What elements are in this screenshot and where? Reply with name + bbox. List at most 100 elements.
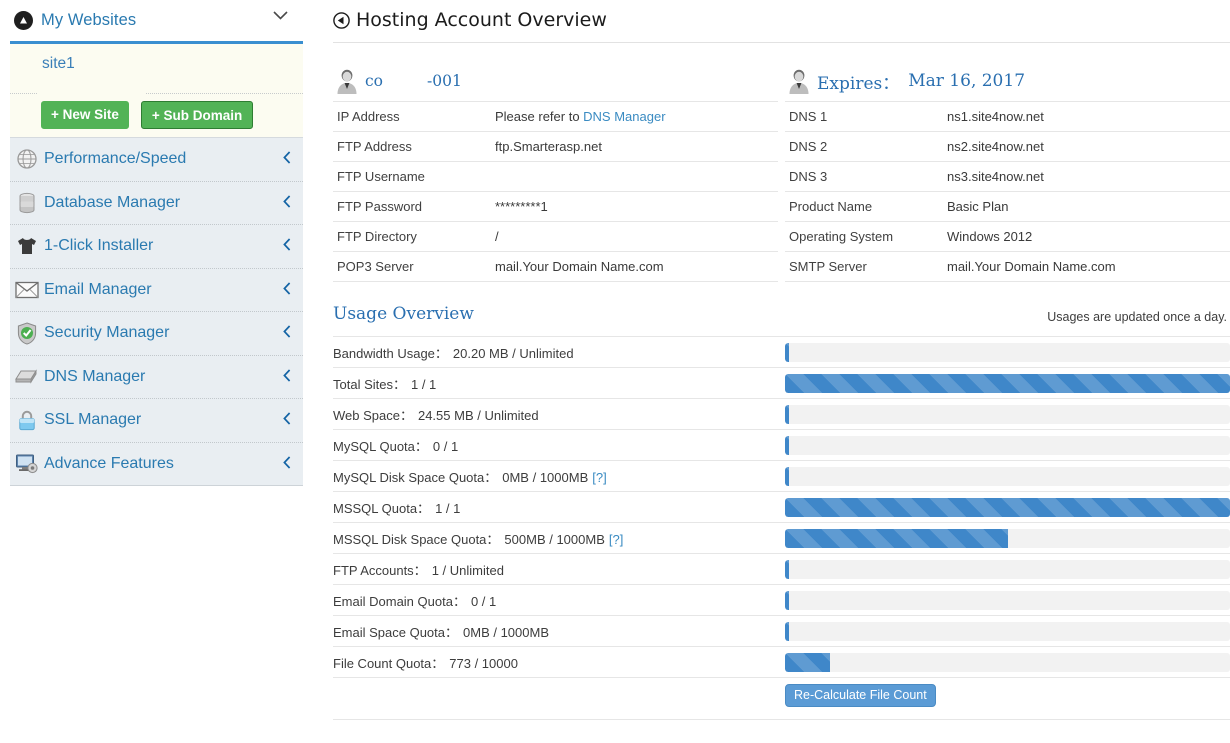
table-row: FTP Password *********1 [333,191,778,222]
sidebar-item-label: Email Manager [44,280,152,298]
database-icon [14,191,39,215]
chevron-left-icon[interactable] [283,368,291,382]
site-name[interactable]: site1 [42,55,75,72]
sidebar-item-advance-features[interactable]: Advance Features [0,443,313,486]
table-row: FTP Directory / [333,221,778,252]
triangle-circle-logo-icon [14,11,33,30]
usage-row: Email Domain Quota： 0 / 1 [333,584,1230,616]
recalculate-file-count-button[interactable]: Re-Calculate File Count [785,684,936,707]
usage-bar-cell [785,399,1230,430]
envelope-icon [14,278,39,302]
progress-track [785,435,1230,455]
usage-overview-title: Usage Overview [333,304,474,324]
detail-value: ns2.site4now.net [947,139,1044,154]
usage-value: 773 / 10000 [449,655,518,671]
table-row: FTP Username [333,161,778,192]
usage-value: 1 / 1 [410,376,437,392]
help-link-icon[interactable]: [?] [609,532,623,547]
usage-label-cell: MySQL Quota： 0 / 1 [333,430,785,461]
sidebar-item-ssl-manager[interactable]: SSL Manager [0,399,313,443]
sidebar-item-label: Performance/Speed [44,150,187,168]
usage-label: Email Domain Quota： [333,593,466,609]
usage-label: MySQL Disk Space Quota： [333,469,498,485]
progress-fill [785,342,790,362]
site-action-buttons: + New Site + Sub Domain [0,94,313,138]
detail-value [491,162,778,192]
detail-key: IP Address [337,109,400,124]
sidebar-right-edge [303,41,313,501]
detail-key: POP3 Server [337,259,414,274]
usage-value: 0MB / 1000MB [463,624,550,640]
redacted-strip [38,83,145,95]
usage-row: FTP Accounts： 1 / Unlimited [333,553,1230,585]
main-content: Hosting Account Overview co -001 IP Addre… [313,0,1230,743]
sidebar-item-label: Advance Features [44,454,174,472]
usage-bar-cell [785,616,1230,647]
usage-label-cell: MySQL Disk Space Quota： 0MB / 1000MB [?] [333,461,785,492]
detail-key: Operating System [789,229,894,244]
my-websites-header[interactable]: My Websites [0,0,313,41]
progress-track [785,497,1230,517]
new-site-button[interactable]: + New Site [41,101,129,129]
chevron-down-icon[interactable] [273,11,288,20]
table-row: DNS 1 ns1.site4now.net [785,101,1230,132]
detail-value: Please refer to DNS Manager [491,102,778,132]
detail-value: ns1.site4now.net [947,109,1044,124]
detail-key: DNS 1 [789,109,828,124]
usage-label-cell: Total Sites： 1 / 1 [333,368,785,399]
chevron-left-icon[interactable] [283,325,291,338]
sidebar-item-1-click-installer[interactable]: 1-Click Installer [0,225,313,269]
detail-value: Basic Plan [947,199,1009,214]
usage-row: Web Space： 24.55 MB / Unlimited [333,398,1230,430]
usage-row: Email Space Quota： 0MB / 1000MB [333,615,1230,647]
sidebar-item-performance-speed[interactable]: Performance/Speed [0,138,313,182]
dns-manager-link[interactable]: DNS Manager [583,109,665,124]
progress-track [785,528,1230,548]
usage-bar-cell [785,647,1230,678]
detail-key: FTP Password [337,199,423,214]
chevron-left-icon[interactable] [283,412,291,425]
usage-bar-cell [785,461,1230,492]
usage-label-cell: MSSQL Quota： 1 / 1 [333,492,785,523]
usage-label: Bandwidth Usage： [333,345,448,361]
usage-label: Total Sites： [333,376,406,392]
lock-icon [14,408,39,432]
detail-key: DNS 2 [789,139,828,154]
sidebar-item-dns-manager[interactable]: DNS Manager [0,356,313,399]
globe-icon [14,147,39,171]
progress-fill [785,466,790,486]
my-websites-title: My Websites [41,11,137,29]
progress-fill [785,652,830,672]
chevron-left-icon[interactable] [283,455,291,469]
circle-left-arrow-icon[interactable] [333,11,350,29]
current-site-block[interactable]: site1 [0,41,313,95]
detail-value: ftp.Smarterasp.net [495,139,602,154]
detail-key: Product Name [789,199,873,214]
detail-value: *********1 [495,199,548,214]
chevron-left-icon[interactable] [283,238,291,251]
sidebar-nav: Performance/Speed Database Manager 1-Click… [0,138,313,486]
chevron-left-icon[interactable] [283,281,291,295]
title-divider [333,42,1230,43]
table-row: IP Address Please refer to DNS Manager [333,101,778,132]
sidebar-item-label: Security Manager [44,324,170,342]
table-row: Product Name Basic Plan [785,191,1230,222]
table-row: DNS 3 ns3.site4now.net [785,161,1230,192]
usage-value: 20.20 MB / Unlimited [452,345,574,361]
account-name-header: co -001 [333,61,778,101]
help-link-icon[interactable]: [?] [592,470,606,485]
progress-fill [785,528,1008,548]
usage-label: Email Space Quota： [333,624,459,640]
usage-note: Usages are updated once a day. [1047,310,1227,324]
usage-bar-cell [785,554,1230,585]
detail-key: DNS 3 [789,169,828,184]
sidebar-item-email-manager[interactable]: Email Manager [0,269,313,312]
chevron-left-icon[interactable] [283,151,291,164]
sub-domain-button[interactable]: + Sub Domain [140,101,254,129]
detail-value: mail.Your Domain Name.com [947,259,1116,274]
chevron-left-icon[interactable] [283,194,291,208]
sidebar-item-database-manager[interactable]: Database Manager [0,182,313,225]
account-name: co -001 [365,72,462,90]
sidebar-item-security-manager[interactable]: Security Manager [0,312,313,356]
usage-row: Bandwidth Usage： 20.20 MB / Unlimited [333,336,1230,368]
